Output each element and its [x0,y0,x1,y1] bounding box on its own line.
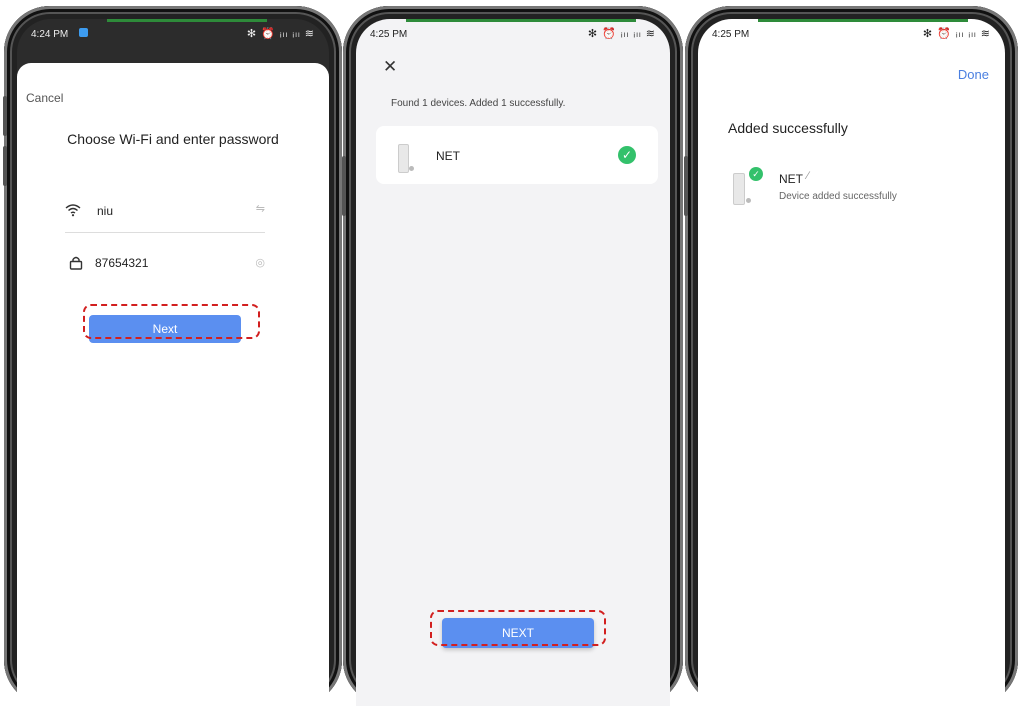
show-password-icon[interactable]: ◎ [255,256,265,269]
success-check-icon: ✓ [749,167,763,181]
page-title: Choose Wi-Fi and enter password [67,131,279,147]
screen-2: 4:25 PM ✻ ⏰ ᵢₗₗ ᵢₗₗ ≋ ✕ Found 1 devices.… [356,19,670,706]
status-icons: ✻ ⏰ ᵢₗₗ ᵢₗₗ ≋ [922,28,991,40]
phone-frame-1: 4:24 PM ✻ ⏰ ᵢₗₗ ᵢₗₗ ≋ Cancel Choose Wi-F… [3,6,342,706]
lock-icon [69,256,83,270]
status-bar: 4:25 PM ✻ ⏰ ᵢₗₗ ᵢₗₗ ≋ [356,19,670,49]
status-bar: 4:25 PM ✻ ⏰ ᵢₗₗ ᵢₗₗ ≋ [698,19,1005,49]
status-time: 4:24 PM [31,29,69,40]
device-card[interactable]: NET ✓ [376,126,658,184]
screen-3: 4:25 PM ✻ ⏰ ᵢₗₗ ᵢₗₗ ≋ Done Added success… [698,19,1005,706]
status-time: 4:25 PM [712,29,750,40]
status-icons: ✻ ⏰ ᵢₗₗ ᵢₗₗ ≋ [587,28,656,40]
wifi-field[interactable]: niu ⇋ [65,200,265,233]
wifi-icon [65,204,81,217]
status-bar: 4:24 PM ✻ ⏰ ᵢₗₗ ᵢₗₗ ≋ [17,19,329,49]
added-device-item: ✓ NET ∕ Device added successfully [733,167,983,207]
wifi-setup-sheet: Cancel Choose Wi-Fi and enter password n… [17,63,329,706]
wifi-name: niu [97,204,114,218]
edit-name-icon[interactable]: ∕ [807,170,809,182]
device-status: Device added successfully [779,191,897,202]
highlight-next-button [430,610,606,646]
switch-network-icon[interactable]: ⇋ [256,202,265,215]
password-field[interactable]: 87654321 ◎ [65,253,265,283]
password-value: 87654321 [95,256,149,270]
status-icons: ✻ ⏰ ᵢₗₗ ᵢₗₗ ≋ [246,28,315,40]
scan-summary: Found 1 devices. Added 1 successfully. [391,98,566,109]
page-title: Added successfully [728,120,848,136]
phone-frame-3: 4:25 PM ✻ ⏰ ᵢₗₗ ᵢₗₗ ≋ Done Added success… [684,6,1018,706]
router-device-icon [398,144,414,173]
app-notification-icon [79,28,88,37]
device-name: NET [436,149,460,163]
status-time: 4:25 PM [370,29,408,40]
router-device-icon [733,173,751,205]
highlight-next-button [83,304,260,339]
success-check-icon: ✓ [618,146,636,164]
done-button[interactable]: Done [958,67,989,82]
screen-1: 4:24 PM ✻ ⏰ ᵢₗₗ ᵢₗₗ ≋ Cancel Choose Wi-F… [17,19,329,706]
cancel-button[interactable]: Cancel [26,91,63,105]
close-icon[interactable]: ✕ [383,57,397,77]
phone-frame-2: 4:25 PM ✻ ⏰ ᵢₗₗ ᵢₗₗ ≋ ✕ Found 1 devices.… [342,6,683,706]
device-name: NET [779,172,803,186]
